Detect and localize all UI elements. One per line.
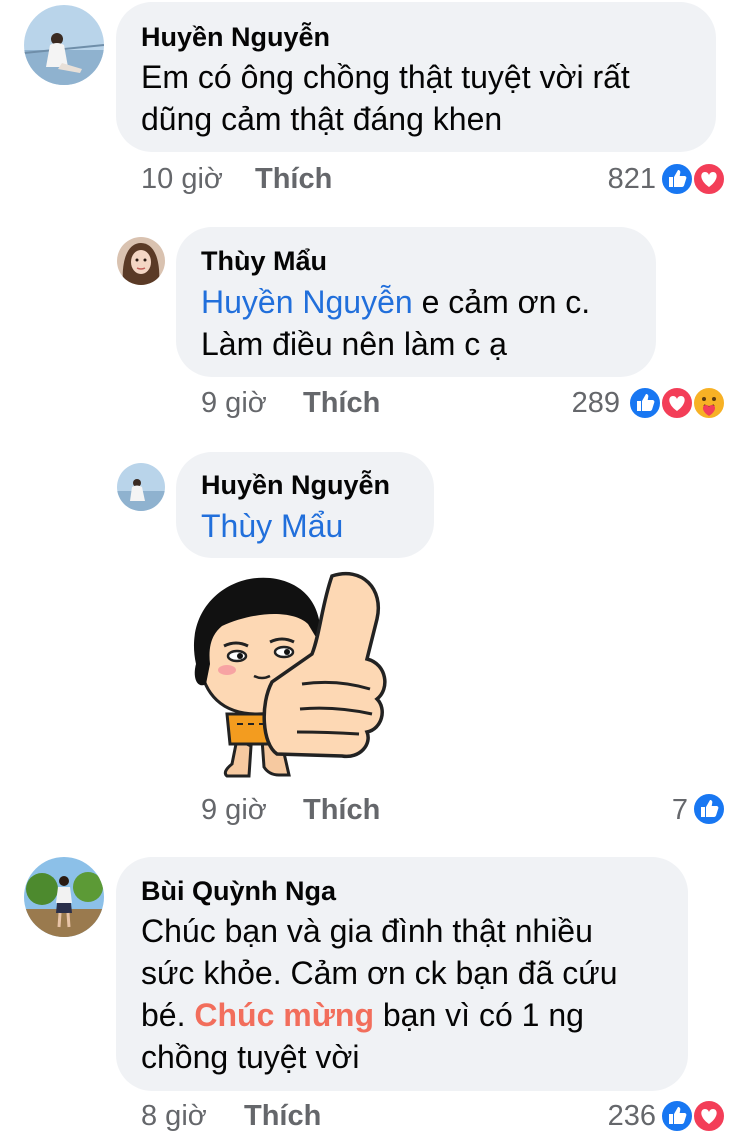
like-icon: [692, 792, 726, 826]
thumbs-up-girl-sticker[interactable]: [182, 564, 402, 784]
love-icon: [692, 1099, 726, 1133]
like-button[interactable]: Thích: [255, 163, 332, 196]
comment-text-line: Huyền Nguyễn e cảm ơn c.: [201, 281, 590, 323]
avatar-photo: [24, 5, 104, 85]
avatar[interactable]: [117, 463, 165, 511]
love-icon: [692, 162, 726, 196]
highlighted-keyword[interactable]: Chúc mừng: [194, 997, 374, 1033]
comment-text: bé.: [141, 997, 195, 1033]
comment-time[interactable]: 10 giờ: [141, 163, 223, 196]
comment-text-line: Chúc bạn và gia đình thật nhiều: [141, 913, 593, 949]
comment-text-line: Em có ông chồng thật tuyệt vời rất: [141, 59, 630, 95]
reaction-count[interactable]: 236: [560, 1100, 656, 1133]
comment-text-line: Làm điều nên làm c ạ: [201, 326, 507, 362]
mention-link[interactable]: Thùy Mẩu: [201, 505, 343, 547]
like-button[interactable]: Thích: [303, 794, 380, 827]
reaction-count[interactable]: 7: [620, 794, 688, 827]
reaction-count[interactable]: 821: [560, 163, 656, 196]
comment-time[interactable]: 9 giờ: [201, 387, 267, 420]
comment-time[interactable]: 8 giờ: [141, 1100, 207, 1133]
comment-text-line: dũng cảm thật đáng khen: [141, 101, 503, 137]
comment-text: e cảm ơn c.: [412, 284, 591, 320]
avatar-photo: [117, 237, 165, 285]
love-icon: [660, 386, 694, 420]
avatar-photo: [117, 463, 165, 511]
avatar[interactable]: [24, 857, 104, 937]
comment-text: bạn vì có 1 ng: [373, 997, 584, 1033]
reaction-count[interactable]: 289: [520, 387, 620, 420]
comment-author[interactable]: Huyền Nguyễn: [201, 470, 390, 501]
avatar-photo: [24, 857, 104, 937]
comment-author[interactable]: Bùi Quỳnh Nga: [141, 876, 336, 907]
comment-author[interactable]: Thùy Mẩu: [201, 246, 327, 277]
like-button[interactable]: Thích: [303, 387, 380, 420]
like-icon: [660, 162, 694, 196]
comment-author[interactable]: Huyền Nguyễn: [141, 22, 330, 53]
avatar[interactable]: [24, 5, 104, 85]
comment-time[interactable]: 9 giờ: [201, 794, 267, 827]
like-button[interactable]: Thích: [244, 1100, 321, 1133]
mention-link[interactable]: Huyền Nguyễn: [201, 284, 413, 320]
comment-text-line: bé. Chúc mừng bạn vì có 1 ng: [141, 994, 584, 1036]
comment-text-line: chồng tuyệt vời: [141, 1039, 360, 1075]
like-icon: [628, 386, 662, 420]
care-icon: [692, 386, 726, 420]
like-icon: [660, 1099, 694, 1133]
avatar[interactable]: [117, 237, 165, 285]
comment-text-line: sức khỏe. Cảm ơn ck bạn đã cứu: [141, 955, 618, 991]
